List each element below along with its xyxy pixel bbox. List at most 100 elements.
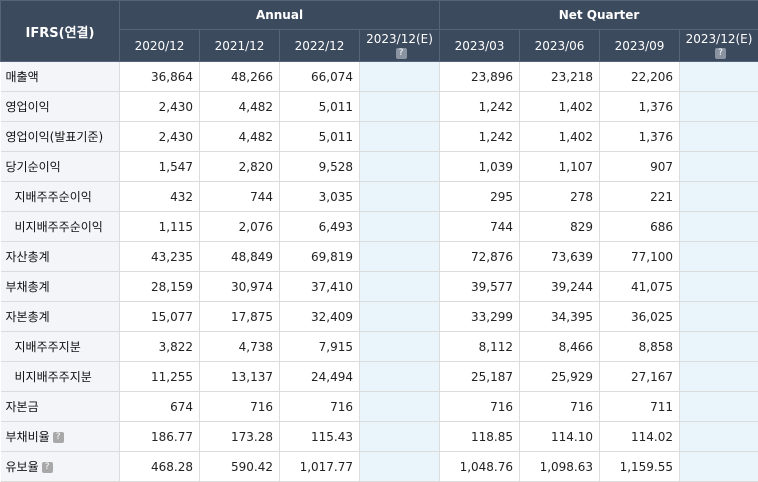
value-cell: 41,075: [600, 272, 680, 302]
table-row: 매출액36,86448,26666,074 23,89623,21822,206: [1, 62, 758, 92]
row-label: 영업이익: [6, 100, 50, 114]
value-cell: 23,896: [440, 62, 520, 92]
table-row: 당기순이익1,5472,8209,5281,0391,107907: [1, 152, 758, 182]
period-header: 2023/06: [520, 30, 600, 62]
value-cell: 4,482: [200, 92, 280, 122]
estimate-cell: [680, 242, 758, 272]
value-cell: 4,738: [200, 332, 280, 362]
value-cell: 48,849: [200, 242, 280, 272]
value-cell: 114.10: [520, 422, 600, 452]
value-cell: 13,137: [200, 362, 280, 392]
value-cell: 829: [520, 212, 600, 242]
value-cell: 23,218: [520, 62, 600, 92]
value-cell: 1,098.63: [520, 452, 600, 482]
row-label-cell: 비지배주주순이익: [1, 212, 120, 242]
estimate-cell: [680, 302, 758, 332]
help-icon[interactable]: ?: [396, 48, 407, 59]
value-cell: 8,858: [600, 332, 680, 362]
table-row: 영업이익2,4304,4825,0111,2421,4021,376: [1, 92, 758, 122]
table-row: 부채총계28,15930,97437,41039,57739,24441,075: [1, 272, 758, 302]
ifrs-header: IFRS(연결): [1, 1, 120, 62]
row-label-cell: 자본금: [1, 392, 120, 422]
period-header: 2020/12: [120, 30, 200, 62]
estimate-cell: [680, 362, 758, 392]
table-row: 비지배주주순이익1,1152,0766,493744829686: [1, 212, 758, 242]
value-cell: 39,577: [440, 272, 520, 302]
value-cell: 37,410: [280, 272, 360, 302]
row-label: 유보율: [6, 460, 39, 474]
row-label: 자본금: [6, 400, 39, 414]
value-cell: 72,876: [440, 242, 520, 272]
row-label-cell: 부채총계: [1, 272, 120, 302]
row-label: 영업이익(발표기준): [6, 130, 104, 144]
value-cell: 33,299: [440, 302, 520, 332]
value-cell: 1,376: [600, 122, 680, 152]
value-cell: 221: [600, 182, 680, 212]
table-row: 유보율?468.28590.421,017.771,048.761,098.63…: [1, 452, 758, 482]
value-cell: 1,547: [120, 152, 200, 182]
value-cell: 48,266: [200, 62, 280, 92]
value-cell: 278: [520, 182, 600, 212]
period-header: 2021/12: [200, 30, 280, 62]
value-cell: 1,107: [520, 152, 600, 182]
value-cell: 1,376: [600, 92, 680, 122]
value-cell: 1,242: [440, 122, 520, 152]
value-cell: 1,402: [520, 122, 600, 152]
value-cell: 716: [200, 392, 280, 422]
row-label-cell: 유보율?: [1, 452, 120, 482]
value-cell: 32,409: [280, 302, 360, 332]
value-cell: 118.85: [440, 422, 520, 452]
row-label-cell: 지배주주지분: [1, 332, 120, 362]
estimate-cell: [360, 452, 440, 482]
period-header-estimate: 2023/12(E)?: [360, 30, 440, 62]
value-cell: 295: [440, 182, 520, 212]
value-cell: 3,822: [120, 332, 200, 362]
value-cell: 716: [280, 392, 360, 422]
value-cell: 22,206: [600, 62, 680, 92]
value-cell: 744: [440, 212, 520, 242]
value-cell: 8,466: [520, 332, 600, 362]
help-icon[interactable]: ?: [53, 432, 64, 443]
value-cell: 115.43: [280, 422, 360, 452]
financial-table: IFRS(연결) Annual Net Quarter 2020/12 2021…: [0, 0, 758, 482]
value-cell: 744: [200, 182, 280, 212]
estimate-cell: [680, 62, 758, 92]
value-cell: 27,167: [600, 362, 680, 392]
value-cell: 5,011: [280, 122, 360, 152]
value-cell: 2,820: [200, 152, 280, 182]
estimate-cell: [360, 92, 440, 122]
table-row: 자본총계15,07717,87532,40933,29934,39536,025: [1, 302, 758, 332]
period-header: 2023/09: [600, 30, 680, 62]
row-label-cell: 부채비율?: [1, 422, 120, 452]
value-cell: 711: [600, 392, 680, 422]
row-label: 지배주주순이익: [15, 190, 92, 204]
help-icon[interactable]: ?: [42, 462, 53, 473]
quarter-header: Net Quarter: [440, 1, 758, 30]
value-cell: 66,074: [280, 62, 360, 92]
row-label: 자산총계: [6, 250, 50, 264]
help-icon[interactable]: ?: [715, 48, 726, 59]
value-cell: 2,430: [120, 92, 200, 122]
value-cell: 15,077: [120, 302, 200, 332]
estimate-cell: [360, 152, 440, 182]
value-cell: 39,244: [520, 272, 600, 302]
table-row: 부채비율?186.77173.28115.43118.85114.10114.0…: [1, 422, 758, 452]
value-cell: 1,115: [120, 212, 200, 242]
estimate-cell: [680, 182, 758, 212]
row-label-cell: 자산총계: [1, 242, 120, 272]
value-cell: 590.42: [200, 452, 280, 482]
estimate-cell: [680, 272, 758, 302]
row-label-cell: 자본총계: [1, 302, 120, 332]
row-label: 지배주주지분: [15, 340, 81, 354]
value-cell: 716: [440, 392, 520, 422]
value-cell: 36,864: [120, 62, 200, 92]
value-cell: 30,974: [200, 272, 280, 302]
value-cell: 1,402: [520, 92, 600, 122]
row-label-cell: 비지배주주지분: [1, 362, 120, 392]
row-label-cell: 영업이익: [1, 92, 120, 122]
table-row: 자본금674716716716716711: [1, 392, 758, 422]
estimate-cell: [360, 362, 440, 392]
row-label-cell: 매출액: [1, 62, 120, 92]
row-label: 비지배주주지분: [15, 370, 92, 384]
value-cell: 686: [600, 212, 680, 242]
